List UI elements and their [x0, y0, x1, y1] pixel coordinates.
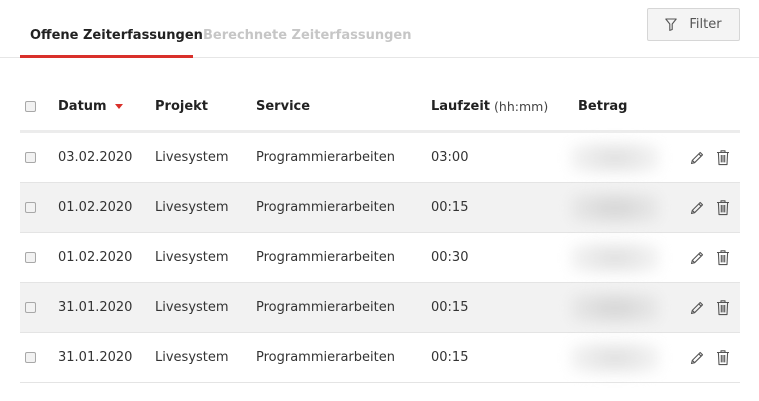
cell-amount-redacted [570, 140, 660, 175]
trash-icon[interactable] [714, 299, 732, 317]
trash-icon[interactable] [714, 249, 732, 267]
row-checkbox[interactable] [25, 202, 36, 213]
edit-icon[interactable] [688, 149, 706, 167]
cell-date: 31.01.2020 [58, 300, 133, 315]
column-header-duration-unit: (hh:mm) [494, 98, 549, 114]
table-row: 31.01.2020 Livesystem Programmierarbeite… [20, 283, 740, 333]
sort-desc-icon[interactable] [114, 104, 123, 109]
active-tab-indicator [20, 55, 193, 58]
column-header-date[interactable]: Datum [58, 82, 123, 130]
time-entries-table: Datum Projekt Service Laufzeit (hh:mm) B… [20, 82, 740, 383]
column-header-amount: Betrag [578, 98, 628, 114]
cell-service: Programmierarbeiten [256, 350, 395, 365]
table-row: 03.02.2020 Livesystem Programmierarbeite… [20, 133, 740, 183]
table-row: 01.02.2020 Livesystem Programmierarbeite… [20, 183, 740, 233]
cell-project: Livesystem [155, 300, 229, 315]
cell-duration: 00:30 [431, 250, 469, 265]
tab-open-entries[interactable]: Offene Zeiterfassungen [30, 28, 203, 43]
trash-icon[interactable] [714, 199, 732, 217]
cell-service: Programmierarbeiten [256, 200, 395, 215]
filter-button[interactable]: Filter [647, 8, 740, 41]
edit-icon[interactable] [688, 249, 706, 267]
cell-date: 03.02.2020 [58, 150, 133, 165]
cell-project: Livesystem [155, 200, 229, 215]
edit-icon[interactable] [688, 299, 706, 317]
cell-service: Programmierarbeiten [256, 300, 395, 315]
column-header-service: Service [256, 98, 311, 114]
row-checkbox[interactable] [25, 302, 36, 313]
cell-amount-redacted [570, 190, 660, 225]
row-checkbox[interactable] [25, 252, 36, 263]
cell-date: 01.02.2020 [58, 250, 133, 265]
row-checkbox[interactable] [25, 152, 36, 163]
cell-project: Livesystem [155, 350, 229, 365]
column-header-project: Projekt [155, 98, 209, 114]
cell-amount-redacted [570, 290, 660, 325]
table-row: 01.02.2020 Livesystem Programmierarbeite… [20, 233, 740, 283]
cell-project: Livesystem [155, 250, 229, 265]
cell-duration: 00:15 [431, 350, 469, 365]
column-header-duration-label: Laufzeit [431, 98, 491, 114]
trash-icon[interactable] [714, 149, 732, 167]
cell-service: Programmierarbeiten [256, 250, 395, 265]
cell-duration: 03:00 [431, 150, 469, 165]
column-header-duration: Laufzeit (hh:mm) [431, 82, 548, 130]
table-row: 31.01.2020 Livesystem Programmierarbeite… [20, 333, 740, 383]
tab-billed-entries[interactable]: Berechnete Zeiterfassungen [203, 28, 411, 43]
trash-icon[interactable] [714, 349, 732, 367]
row-checkbox[interactable] [25, 352, 36, 363]
table-header: Datum Projekt Service Laufzeit (hh:mm) B… [20, 82, 740, 133]
cell-project: Livesystem [155, 150, 229, 165]
edit-icon[interactable] [688, 199, 706, 217]
select-all-checkbox[interactable] [25, 100, 36, 112]
edit-icon[interactable] [688, 349, 706, 367]
column-header-date-label: Datum [58, 98, 107, 114]
cell-date: 31.01.2020 [58, 350, 133, 365]
cell-service: Programmierarbeiten [256, 150, 395, 165]
filter-icon [665, 18, 678, 31]
tabs-bar: Offene Zeiterfassungen Berechnete Zeiter… [0, 0, 759, 58]
cell-duration: 00:15 [431, 200, 469, 215]
cell-duration: 00:15 [431, 300, 469, 315]
filter-label: Filter [689, 17, 722, 32]
cell-date: 01.02.2020 [58, 200, 133, 215]
cell-amount-redacted [570, 240, 660, 275]
cell-amount-redacted [570, 340, 660, 375]
